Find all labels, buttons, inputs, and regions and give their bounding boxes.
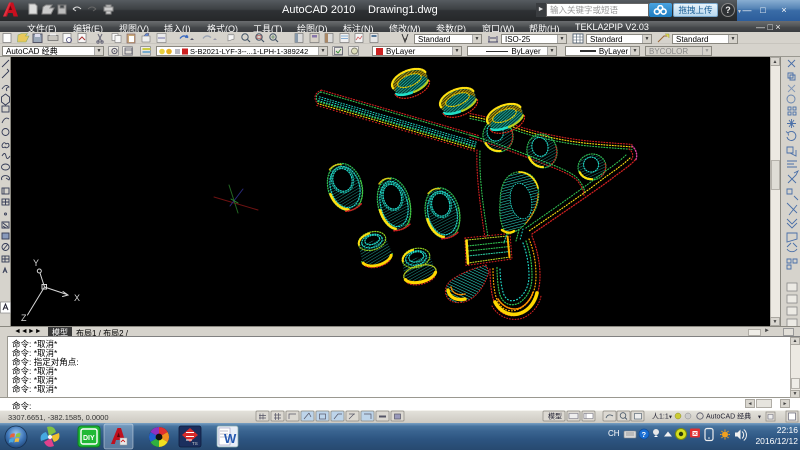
svg-text:DIY: DIY — [83, 435, 95, 442]
svg-text:▼: ▼ — [668, 415, 673, 421]
svg-text:?: ? — [642, 430, 647, 439]
svg-text:模型: 模型 — [548, 412, 562, 421]
svg-text:人1:1: 人1:1 — [652, 413, 669, 421]
svg-text:W: W — [224, 431, 237, 446]
svg-text:▼: ▼ — [757, 415, 762, 421]
svg-text:TS: TS — [192, 441, 198, 446]
svg-text:CH: CH — [608, 429, 620, 438]
svg-text:AutoCAD 经典: AutoCAD 经典 — [706, 412, 751, 421]
